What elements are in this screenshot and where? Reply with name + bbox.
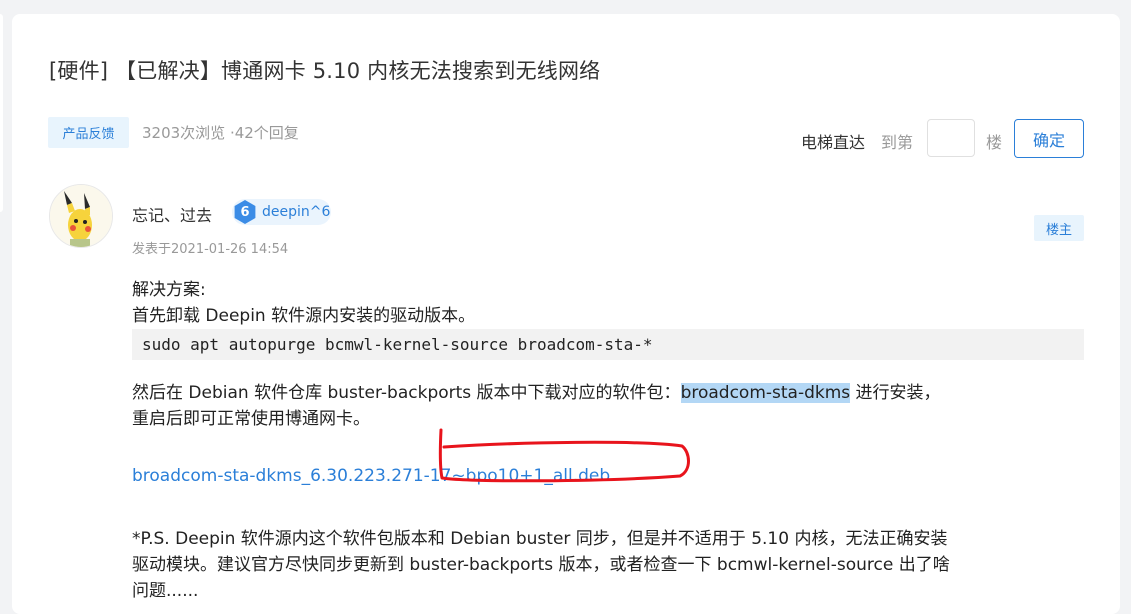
op-badge: 楼主 <box>1034 215 1084 241</box>
floor-jump-suffix: 楼 <box>986 133 1003 152</box>
post-card: [硬件] 【已解决】博通网卡 5.10 内核无法搜索到无线网络 产品反馈 320… <box>12 14 1120 614</box>
post-title: [硬件] 【已解决】博通网卡 5.10 内核无法搜索到无线网络 <box>49 59 601 83</box>
avatar[interactable] <box>49 184 113 248</box>
pikachu-avatar-icon <box>50 185 112 247</box>
category-tag[interactable]: 产品反馈 <box>48 117 129 148</box>
previous-card-edge <box>0 14 3 212</box>
step-2-after: 进行安装， <box>850 383 941 403</box>
deb-download-link[interactable]: broadcom-sta-dkms_6.30.223.271-17~bpo10+… <box>132 466 610 486</box>
step-2-before: 然后在 Debian 软件仓库 buster-backports 版本中下载对应… <box>132 383 681 403</box>
solution-heading: 解决方案: <box>132 280 206 300</box>
floor-jump-prefix: 到第 <box>881 133 914 152</box>
ps-line-3: 问题...... <box>132 581 199 601</box>
ps-line-2: 驱动模块。建议官方尽快同步更新到 buster-backports 版本，或者检… <box>132 555 950 575</box>
package-name-highlight: broadcom-sta-dkms <box>680 383 851 403</box>
level-name: deepin^6 <box>262 204 331 220</box>
level-hexagon-icon: 6 <box>232 199 258 225</box>
user-level-badge: 6 deepin^6 <box>232 199 331 225</box>
post-timestamp: 发表于2021-01-26 14:54 <box>132 242 289 257</box>
floor-jump-label: 电梯直达 <box>801 133 866 152</box>
post-content: 解决方案: 首先卸载 Deepin 软件源内安装的驱动版本。 sudo apt … <box>132 277 1087 604</box>
author-name[interactable]: 忘记、过去 <box>132 202 212 226</box>
step-2-line-2: 重启后即可正常使用博通网卡。 <box>132 409 370 429</box>
level-number: 6 <box>240 204 250 220</box>
step-1-text: 首先卸载 Deepin 软件源内安装的驱动版本。 <box>132 306 476 326</box>
step-2-text: 然后在 Debian 软件仓库 buster-backports 版本中下载对应… <box>132 380 1087 406</box>
post-stats: 3203次浏览 ·42个回复 <box>142 124 299 142</box>
confirm-button[interactable]: 确定 <box>1014 119 1084 158</box>
floor-number-input[interactable] <box>927 119 975 157</box>
command-code-block: sudo apt autopurge bcmwl-kernel-source b… <box>132 329 1084 360</box>
ps-line-1: *P.S. Deepin 软件源内这个软件包版本和 Debian buster … <box>132 529 948 549</box>
